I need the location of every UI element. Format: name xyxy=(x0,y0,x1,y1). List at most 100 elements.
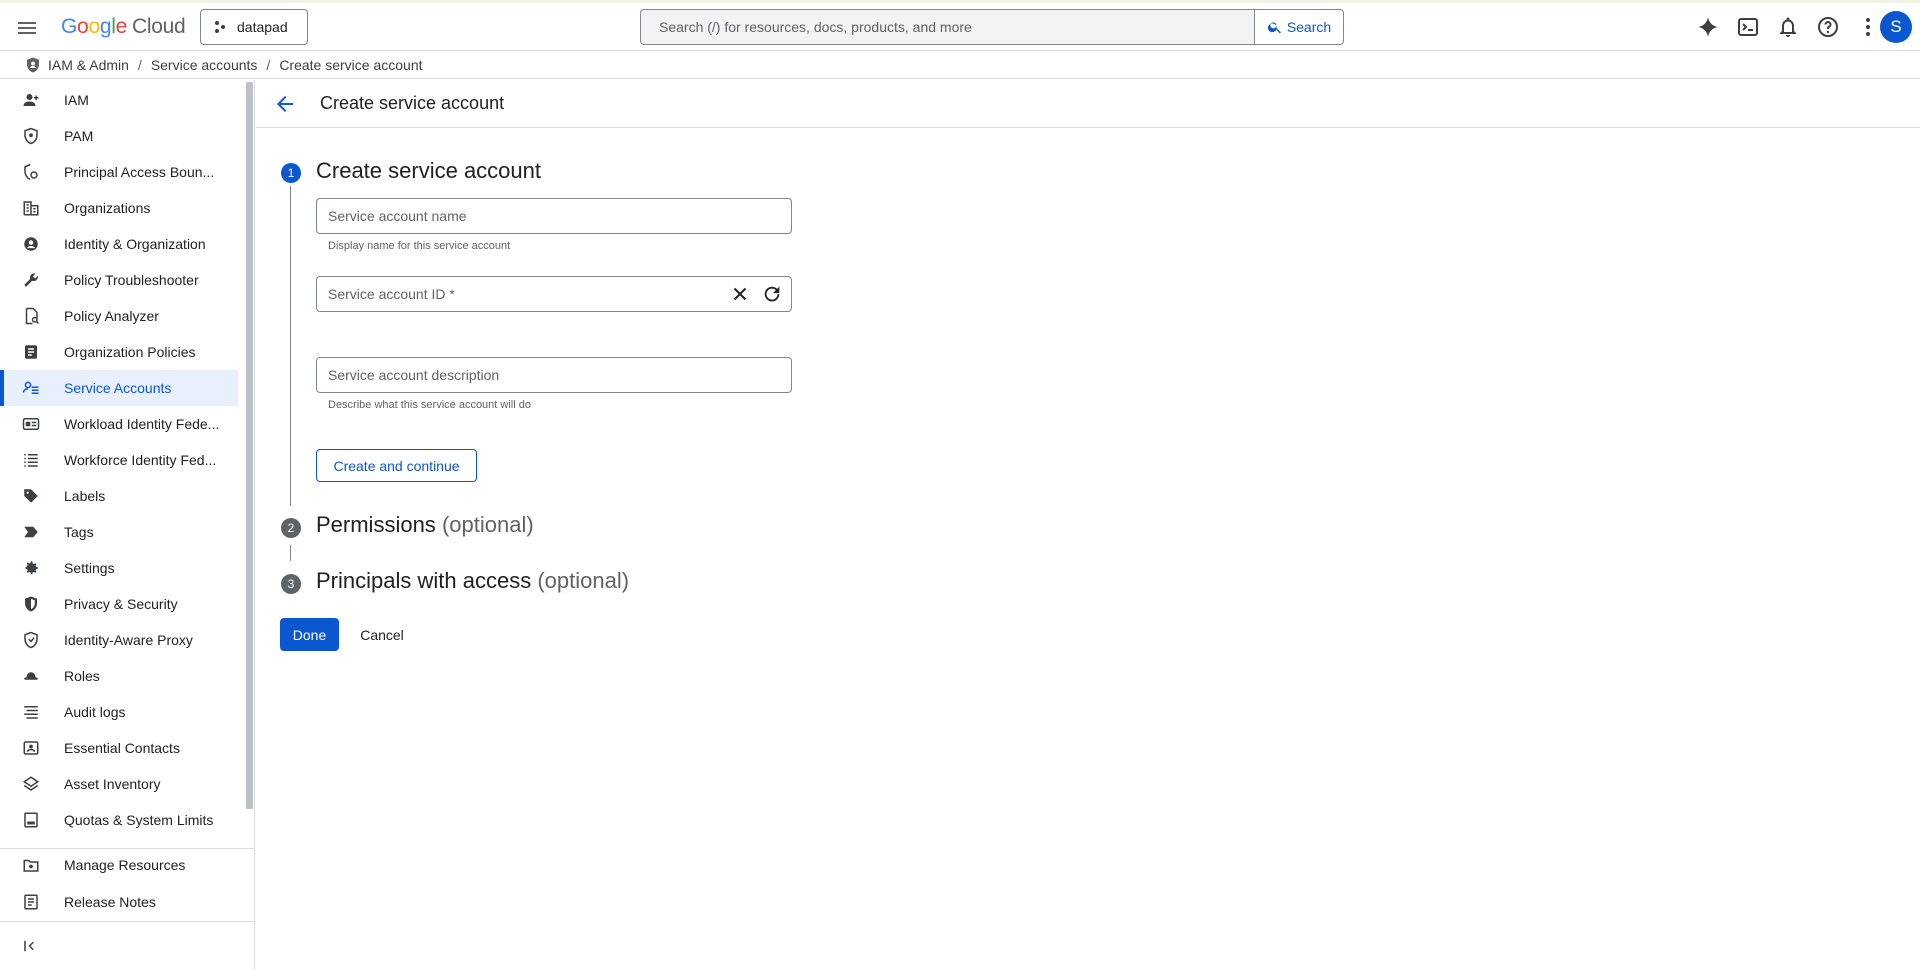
sidebar-item-label: PAM xyxy=(64,128,94,144)
sidebar-item-essential-contacts[interactable]: Essential Contacts xyxy=(0,730,238,766)
step-2-title[interactable]: Permissions (optional) xyxy=(316,512,534,538)
sidebar-item-labels[interactable]: Labels xyxy=(0,478,238,514)
sidebar-item-tags[interactable]: Tags xyxy=(0,514,238,550)
sidebar-item-label: Privacy & Security xyxy=(64,596,178,612)
service-account-description-input[interactable] xyxy=(317,358,791,392)
sidebar-item-label: Essential Contacts xyxy=(64,740,180,756)
service-account-description-field xyxy=(316,357,792,393)
step-3-title[interactable]: Principals with access (optional) xyxy=(316,568,629,594)
sidebar-item-label: Audit logs xyxy=(64,704,126,720)
sidebar-item-label: Workload Identity Fede... xyxy=(64,416,220,432)
sidebar-item-policy-analyzer[interactable]: Policy Analyzer xyxy=(0,298,238,334)
back-arrow-icon[interactable] xyxy=(273,92,297,116)
step-2-badge: 2 xyxy=(281,518,301,538)
list-document-icon xyxy=(22,343,40,361)
sidebar-item-label: Asset Inventory xyxy=(64,776,161,792)
sidebar-item-service-accounts[interactable]: Service Accounts xyxy=(0,370,238,406)
notifications-bell-icon[interactable] xyxy=(1776,15,1800,39)
sidebar-item-label: Identity & Organization xyxy=(64,236,206,252)
collapse-sidebar-icon[interactable] xyxy=(22,937,40,955)
sidebar-item-identity-aware-proxy[interactable]: Identity-Aware Proxy xyxy=(0,622,238,658)
sidebar-item-privacy-and-security[interactable]: Privacy & Security xyxy=(0,586,238,622)
sidebar-item-label: Roles xyxy=(64,668,100,684)
sidebar-item-workload-identity-fede[interactable]: Workload Identity Fede... xyxy=(0,406,238,442)
sidebar-item-settings[interactable]: Settings xyxy=(0,550,238,586)
step-1-badge: 1 xyxy=(281,163,301,183)
project-picker-button[interactable]: datapad xyxy=(200,9,308,45)
page-header: Create service account xyxy=(256,80,1920,128)
sidebar-item-label: Organizations xyxy=(64,200,151,216)
list-icon xyxy=(22,451,40,469)
contact-card-icon xyxy=(22,739,40,757)
folder-gear-icon xyxy=(22,856,40,874)
service-account-id-field xyxy=(316,276,792,312)
gear-icon xyxy=(22,559,40,577)
sidebar-item-label: Quotas & System Limits xyxy=(64,812,214,828)
breadcrumb-service-accounts[interactable]: Service accounts xyxy=(151,57,258,73)
done-button[interactable]: Done xyxy=(280,618,339,651)
sidebar-item-asset-inventory[interactable]: Asset Inventory xyxy=(0,766,238,802)
description-hint: Describe what this service account will … xyxy=(328,399,531,411)
sidebar-item-organization-policies[interactable]: Organization Policies xyxy=(0,334,238,370)
refresh-icon[interactable] xyxy=(761,283,783,305)
sidebar-item-label: Workforce Identity Fed... xyxy=(64,452,217,468)
sidebar-divider xyxy=(0,921,255,922)
cloud-shell-terminal-icon[interactable] xyxy=(1736,15,1760,39)
sidebar-scrollbar[interactable] xyxy=(246,82,253,809)
page-title: Create service account xyxy=(320,93,505,113)
search-bar: Search xyxy=(640,9,1344,45)
step-connector xyxy=(290,545,291,561)
tag-icon xyxy=(22,487,40,505)
sidebar-item-roles[interactable]: Roles xyxy=(0,658,238,694)
service-account-icon xyxy=(22,379,40,397)
sidebar-item-policy-troubleshooter[interactable]: Policy Troubleshooter xyxy=(0,262,238,298)
label-arrow-icon xyxy=(22,523,40,541)
sidebar-item-pam[interactable]: PAM xyxy=(0,118,238,154)
step-connector xyxy=(290,186,291,506)
sidebar-item-label: Service Accounts xyxy=(64,380,172,396)
service-account-name-input[interactable] xyxy=(317,199,791,233)
logo-google-text: Google xyxy=(61,15,127,38)
clear-icon[interactable] xyxy=(729,283,751,305)
document-search-icon xyxy=(22,307,40,325)
main-menu-icon[interactable] xyxy=(15,16,39,40)
sidebar-item-identity-and-organization[interactable]: Identity & Organization xyxy=(0,226,238,262)
service-account-id-input[interactable] xyxy=(317,277,717,311)
sidebar-item-manage-resources[interactable]: Manage Resources xyxy=(0,847,238,883)
sidebar-item-iam[interactable]: IAM xyxy=(0,82,238,118)
iam-shield-icon xyxy=(24,56,42,74)
avatar[interactable]: S xyxy=(1880,11,1912,43)
breadcrumb-separator: / xyxy=(266,56,271,73)
search-input[interactable] xyxy=(641,10,1254,44)
notes-icon xyxy=(22,893,40,911)
person-add-icon xyxy=(22,91,40,109)
breadcrumb-iam-admin[interactable]: IAM & Admin xyxy=(48,57,129,73)
sidebar-item-quotas-and-system-limits[interactable]: Quotas & System Limits xyxy=(0,802,238,838)
calendar-icon xyxy=(22,811,40,829)
sidebar-item-organizations[interactable]: Organizations xyxy=(0,190,238,226)
step-1-title: Create service account xyxy=(316,158,541,183)
gemini-sparkle-icon[interactable] xyxy=(1696,15,1720,39)
help-icon[interactable] xyxy=(1816,15,1840,39)
sidebar-item-label: IAM xyxy=(64,92,89,108)
breadcrumb-current: Create service account xyxy=(279,56,423,73)
cancel-button[interactable]: Cancel xyxy=(350,618,414,651)
sidebar-item-principal-access-boun[interactable]: Principal Access Boun... xyxy=(0,154,238,190)
more-vert-icon[interactable] xyxy=(1856,15,1880,39)
step-3-badge: 3 xyxy=(281,574,301,594)
sidebar-item-release-notes[interactable]: Release Notes xyxy=(0,884,238,920)
diamond-stack-icon xyxy=(22,775,40,793)
sidebar-item-label: Organization Policies xyxy=(64,344,196,360)
sidebar-item-workforce-identity-fed[interactable]: Workforce Identity Fed... xyxy=(0,442,238,478)
sidebar-item-label: Settings xyxy=(64,560,115,576)
create-and-continue-button[interactable]: Create and continue xyxy=(316,449,477,482)
id-card-icon xyxy=(22,415,40,433)
google-cloud-logo[interactable]: Google Cloud xyxy=(61,15,186,39)
project-icon xyxy=(213,20,227,34)
sidebar-item-label: Identity-Aware Proxy xyxy=(64,632,193,648)
breadcrumb-separator: / xyxy=(137,56,142,73)
policy-shield-icon xyxy=(22,163,40,181)
sidebar-item-label: Labels xyxy=(64,488,106,504)
sidebar-item-audit-logs[interactable]: Audit logs xyxy=(0,694,238,730)
search-button[interactable]: Search xyxy=(1254,10,1343,44)
